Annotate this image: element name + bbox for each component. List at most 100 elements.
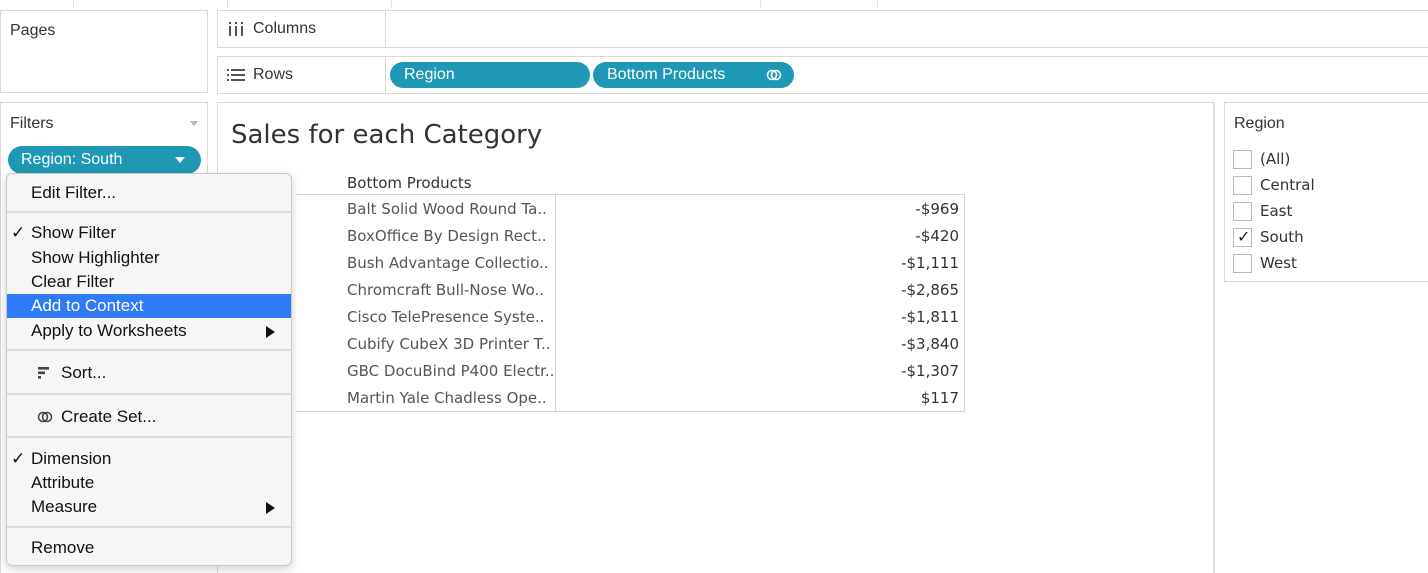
table-row[interactable]: Balt Solid Wood Round Ta.. -$969 — [217, 195, 965, 222]
check-icon: ✓ — [1237, 226, 1251, 246]
pages-card-title: Pages — [10, 22, 56, 39]
top-toolbar-strip — [0, 0, 1428, 8]
sales-value[interactable]: -$1,111 — [901, 254, 959, 272]
menu-separator — [7, 393, 291, 395]
region-option-east[interactable]: East — [1233, 200, 1292, 222]
rows-shelf-header: Rows — [218, 57, 386, 93]
menu-item-label: Add to Context — [31, 296, 144, 315]
menu-item-label: Show Filter — [31, 223, 117, 242]
product-name[interactable]: Balt Solid Wood Round Ta.. — [347, 200, 547, 218]
region-option-south[interactable]: ✓ South — [1233, 226, 1304, 248]
menu-item-label: Show Highlighter — [31, 248, 160, 267]
sales-value[interactable]: -$2,865 — [901, 281, 959, 299]
menu-separator — [7, 436, 291, 438]
option-label: West — [1260, 254, 1297, 272]
filters-card-title: Filters — [10, 115, 54, 132]
sales-value[interactable]: -$420 — [915, 227, 959, 245]
rows-shelf[interactable]: Rows Region Bottom Products — [217, 56, 1428, 94]
menu-item-dimension[interactable]: ✓ Dimension — [7, 447, 291, 471]
sales-value[interactable]: -$3,840 — [901, 335, 959, 353]
table-row[interactable]: Cisco TelePresence Syste.. -$1,811 — [217, 303, 965, 330]
sales-value[interactable]: -$1,307 — [901, 362, 959, 380]
region-row-pill-label: Region — [404, 66, 455, 83]
columns-shelf-header: Columns — [218, 11, 386, 47]
menu-item-create-set[interactable]: Create Set... — [7, 405, 291, 429]
menu-item-label: Sort... — [61, 363, 107, 382]
check-icon: ✓ — [11, 449, 26, 468]
checkbox[interactable] — [1233, 175, 1252, 195]
submenu-arrow-icon — [266, 502, 275, 514]
region-filter-pill[interactable]: Region: South — [8, 146, 201, 174]
pill-dropdown-icon[interactable] — [175, 157, 185, 163]
menu-item-sort[interactable]: Sort... — [7, 361, 291, 385]
checkbox[interactable] — [1233, 201, 1252, 221]
menu-item-remove[interactable]: Remove — [7, 536, 291, 560]
table-row[interactable]: Chromcraft Bull-Nose Wo.. -$2,865 — [217, 276, 965, 303]
menu-item-apply-to-worksheets[interactable]: Apply to Worksheets — [7, 319, 291, 343]
check-icon: ✓ — [11, 223, 26, 242]
view-title: Sales for each Category — [231, 120, 543, 150]
region-filter-title: Region — [1234, 115, 1285, 132]
product-name[interactable]: BoxOffice By Design Rect.. — [347, 227, 547, 245]
menu-item-add-to-context[interactable]: Add to Context — [7, 294, 291, 318]
set-icon — [37, 411, 53, 423]
table-row[interactable]: Bush Advantage Collectio.. -$1,111 — [217, 249, 965, 276]
filter-context-menu: Edit Filter... ✓ Show Filter Show Highli… — [6, 173, 292, 566]
menu-separator — [7, 349, 291, 351]
set-icon — [766, 69, 782, 81]
option-label: South — [1260, 228, 1304, 246]
data-table: Balt Solid Wood Round Ta.. -$969 BoxOffi… — [217, 194, 965, 412]
table-row[interactable]: Martin Yale Chadless Ope.. $117 — [217, 384, 965, 411]
menu-item-label: Edit Filter... — [31, 183, 117, 202]
pages-card[interactable]: Pages — [0, 10, 208, 93]
menu-item-label: Attribute — [31, 473, 95, 492]
checkbox[interactable] — [1233, 149, 1252, 169]
columns-shelf-label: Columns — [253, 20, 317, 37]
product-name[interactable]: Chromcraft Bull-Nose Wo.. — [347, 281, 544, 299]
menu-item-label: Measure — [31, 497, 98, 516]
menu-item-label: Dimension — [31, 449, 112, 468]
menu-item-label: Create Set... — [61, 407, 157, 426]
region-row-pill[interactable]: Region — [390, 62, 590, 88]
bottom-products-row-pill-label: Bottom Products — [607, 66, 726, 83]
table-row[interactable]: BoxOffice By Design Rect.. -$420 — [217, 222, 965, 249]
sort-icon — [38, 367, 49, 379]
rows-shelf-label: Rows — [253, 66, 294, 83]
checkbox[interactable] — [1233, 253, 1252, 273]
bottom-products-row-pill[interactable]: Bottom Products — [593, 62, 794, 88]
menu-item-attribute[interactable]: Attribute — [7, 471, 291, 495]
product-name[interactable]: Cubify CubeX 3D Printer T.. — [347, 335, 551, 353]
menu-separator — [7, 526, 291, 528]
menu-separator — [7, 211, 291, 213]
product-name[interactable]: Cisco TelePresence Syste.. — [347, 308, 544, 326]
menu-item-show-filter[interactable]: ✓ Show Filter — [7, 221, 291, 245]
menu-item-edit-filter[interactable]: Edit Filter... — [7, 181, 291, 205]
columns-icon — [229, 22, 243, 36]
sales-value[interactable]: -$1,811 — [901, 308, 959, 326]
product-name[interactable]: Bush Advantage Collectio.. — [347, 254, 549, 272]
checkbox-checked[interactable]: ✓ — [1233, 226, 1252, 247]
table-row[interactable]: Cubify CubeX 3D Printer T.. -$3,840 — [217, 330, 965, 357]
region-option-all[interactable]: (All) — [1233, 148, 1290, 170]
sales-value[interactable]: $117 — [921, 389, 959, 407]
product-name[interactable]: Martin Yale Chadless Ope.. — [347, 389, 547, 407]
table-row[interactable]: GBC DocuBind P400 Electr.. -$1,307 — [217, 357, 965, 384]
columns-shelf[interactable]: Columns — [217, 10, 1428, 48]
menu-item-show-highlighter[interactable]: Show Highlighter — [7, 246, 291, 270]
submenu-arrow-icon — [266, 326, 275, 338]
sales-value[interactable]: -$969 — [915, 200, 959, 218]
bottom-products-column-header[interactable]: Bottom Products — [347, 174, 472, 192]
menu-item-label: Remove — [31, 538, 95, 557]
region-filter-pill-label: Region: South — [21, 151, 123, 168]
product-name[interactable]: GBC DocuBind P400 Electr.. — [347, 362, 554, 380]
menu-item-clear-filter[interactable]: Clear Filter — [7, 270, 291, 294]
menu-item-measure[interactable]: Measure — [7, 495, 291, 519]
option-label: East — [1260, 202, 1293, 220]
region-option-central[interactable]: Central — [1233, 174, 1315, 196]
menu-item-label: Apply to Worksheets — [31, 321, 187, 340]
option-label: Central — [1260, 176, 1315, 194]
option-label: (All) — [1260, 150, 1291, 168]
filters-dropdown-icon[interactable] — [190, 121, 198, 126]
menu-item-label: Clear Filter — [31, 272, 115, 291]
region-option-west[interactable]: West — [1233, 252, 1297, 274]
